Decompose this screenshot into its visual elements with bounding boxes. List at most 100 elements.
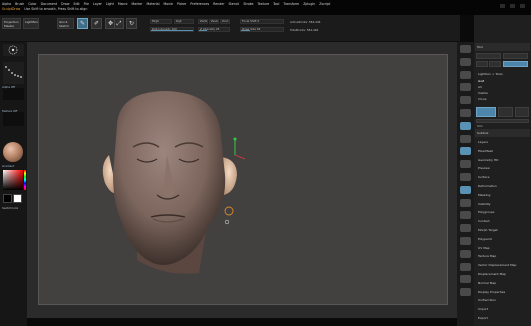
load-tool-button[interactable]	[476, 53, 501, 59]
close-icon[interactable]	[520, 4, 525, 8]
subpalette-polygroups[interactable]: Polygroups	[478, 210, 494, 214]
menu-item-brush[interactable]: Brush	[15, 2, 24, 6]
clone-label[interactable]: Clone	[478, 97, 487, 101]
subpalette-deformation[interactable]: Deformation	[478, 184, 497, 188]
ghost-button[interactable]	[460, 262, 471, 271]
edit-button[interactable]: ✎	[77, 18, 88, 29]
spix-button[interactable]	[460, 57, 471, 66]
switch-color-label[interactable]: SwitchColor	[2, 206, 19, 210]
menu-item-picker[interactable]: Picker	[177, 2, 187, 6]
subpalette-visibility[interactable]: Visibility	[478, 202, 491, 206]
menu-item-light[interactable]: Light	[106, 2, 114, 6]
subpalette-geometry-hd[interactable]: Geometry HD	[478, 158, 498, 162]
save-as-button[interactable]	[503, 53, 528, 59]
subpalette-unified-skin[interactable]: Unified Skin	[478, 298, 496, 302]
persp-button[interactable]	[460, 121, 471, 130]
subpalette-polypaint[interactable]: Polypaint	[478, 237, 492, 241]
menu-item-edit[interactable]: Edit	[73, 2, 79, 6]
primary-color-swatch[interactable]	[3, 194, 12, 203]
material-selector[interactable]	[3, 142, 23, 162]
draw-size-slider[interactable]: Draw Size 64	[240, 27, 284, 32]
scale-button[interactable]: ⤢	[114, 18, 124, 29]
actual-button[interactable]	[460, 96, 471, 105]
brush-selector[interactable]	[3, 44, 24, 56]
zsub-toggle[interactable]: Zsub	[209, 19, 219, 24]
subpalette-surface[interactable]: Surface	[478, 175, 489, 179]
scale-view-button[interactable]	[460, 211, 471, 220]
subpalette-vector-displacement-map[interactable]: Vector Displacement Map	[478, 263, 516, 267]
export-button[interactable]	[489, 61, 501, 67]
import-button[interactable]	[476, 61, 488, 67]
menu-item-transform[interactable]: Transform	[283, 2, 299, 6]
menu-item-layer[interactable]: Layer	[93, 2, 102, 6]
subpalette-preview[interactable]: Preview	[478, 166, 490, 170]
lightbox-tools-link[interactable]: Lightbox > Tools	[478, 72, 503, 76]
subpalette-normal-map[interactable]: Normal Map	[478, 281, 496, 285]
lsym-button[interactable]	[460, 160, 471, 169]
document-canvas[interactable]	[38, 54, 448, 305]
stroke-selector[interactable]	[3, 62, 24, 84]
all-label[interactable]: All	[478, 85, 482, 89]
menu-item-render[interactable]: Render	[213, 2, 224, 6]
subpalette-morph-target[interactable]: Morph Target	[478, 228, 498, 232]
menu-item-stroke[interactable]: Stroke	[243, 2, 253, 6]
floor-button[interactable]	[460, 134, 471, 143]
local-button[interactable]	[460, 147, 471, 156]
move-view-button[interactable]	[460, 198, 471, 207]
transp-button[interactable]	[460, 249, 471, 258]
menu-item-tool[interactable]: Tool	[273, 2, 279, 6]
color-picker[interactable]	[3, 170, 23, 190]
subpalette-uv-map[interactable]: UV Map	[478, 246, 490, 250]
lightbox-button[interactable]: LightBox	[23, 18, 39, 29]
menu-item-stencil[interactable]: Stencil	[229, 2, 240, 6]
focal-shift-slider[interactable]: Focal Shift 0	[240, 19, 284, 24]
z-intensity-slider[interactable]: Z Intensity 25	[198, 27, 230, 32]
subpalette-export[interactable]: Export	[478, 316, 488, 320]
menu-item-draw[interactable]: Draw	[61, 2, 69, 6]
secondary-color-swatch[interactable]	[13, 194, 22, 203]
make-polymesh-button[interactable]	[503, 61, 528, 67]
current-tool-thumbnail[interactable]	[476, 107, 496, 117]
alpha-selector[interactable]	[3, 88, 24, 100]
projection-master-button[interactable]: Projection Master	[2, 18, 21, 29]
menu-item-alpha[interactable]: Alpha	[2, 2, 11, 6]
menu-item-preferences[interactable]: Preferences	[190, 2, 209, 6]
subpalette-displacement-map[interactable]: Displacement Map	[478, 272, 506, 276]
xpose-button[interactable]	[460, 288, 471, 297]
tool-palette-header[interactable]: Tool	[475, 43, 530, 51]
menu-item-file[interactable]: File	[84, 2, 89, 6]
solo-button[interactable]	[460, 275, 471, 284]
menu-item-marker[interactable]: Marker	[132, 2, 143, 6]
maximize-icon[interactable]	[510, 4, 515, 8]
draw-button[interactable]: ✐	[91, 18, 102, 29]
scroll-button[interactable]	[460, 70, 471, 79]
zoom-button[interactable]	[460, 83, 471, 92]
menu-item-zscript[interactable]: Zscript	[319, 2, 330, 6]
subpalette-contact[interactable]: Contact	[478, 219, 490, 223]
subpalette-texture-map[interactable]: Texture Map	[478, 254, 496, 258]
texture-selector[interactable]	[3, 112, 24, 126]
rgb-intensity-slider[interactable]: Rgb Intensity 100	[150, 27, 194, 32]
sdiv-slider[interactable]	[476, 119, 529, 123]
tool-thumbnail-3[interactable]	[515, 107, 529, 117]
rgb-toggle[interactable]: Rgb	[174, 19, 194, 24]
menu-item-zplugin[interactable]: Zplugin	[303, 2, 315, 6]
hue-slider[interactable]	[24, 170, 26, 190]
polyf-button[interactable]	[460, 237, 471, 245]
menu-item-movie[interactable]: Movie	[163, 2, 172, 6]
rotate-button[interactable]: ↻	[126, 18, 137, 29]
quick-sketch-button[interactable]: Quick Sketch	[57, 18, 74, 29]
minimize-icon[interactable]	[500, 4, 505, 8]
xyz-button[interactable]	[460, 173, 471, 181]
subpalette-import[interactable]: Import	[478, 307, 488, 311]
tool-thumbnail-2[interactable]	[498, 107, 513, 117]
frame-button[interactable]	[460, 185, 471, 194]
menu-item-macro[interactable]: Macro	[118, 2, 128, 6]
subpalette-fibermesh[interactable]: FiberMesh	[478, 149, 493, 153]
rotate-view-button[interactable]	[460, 224, 471, 233]
zadd-toggle[interactable]: Zadd	[198, 19, 208, 24]
goz-label[interactable]: GoZ	[478, 79, 484, 83]
menu-item-color[interactable]: Color	[28, 2, 36, 6]
visible-label[interactable]: Visible	[478, 91, 488, 95]
mrgb-toggle[interactable]: Mrgb	[150, 19, 172, 24]
